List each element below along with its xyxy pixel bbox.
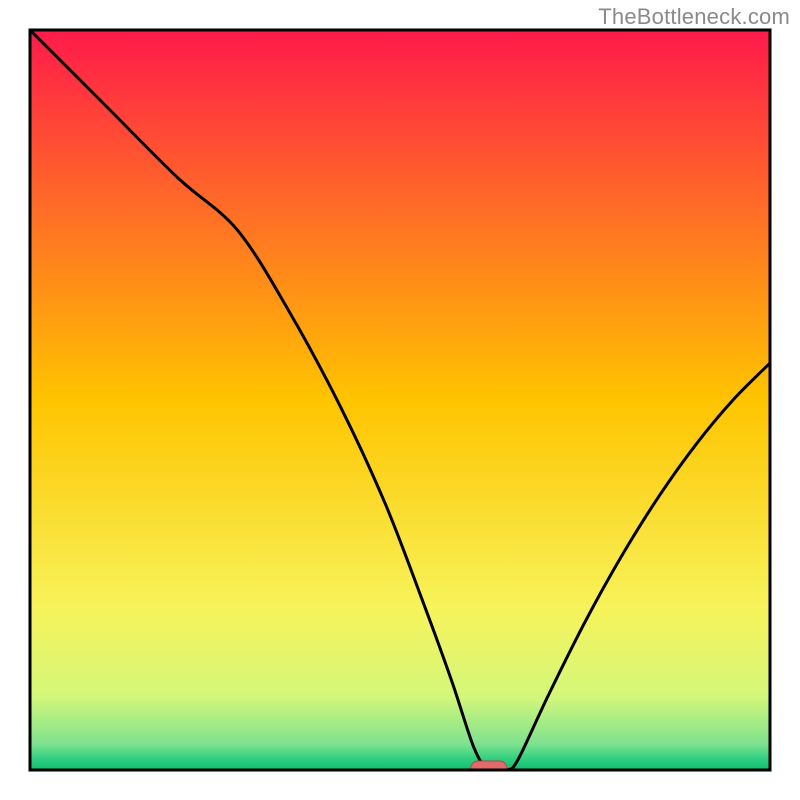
bottleneck-chart xyxy=(0,0,800,800)
chart-container: TheBottleneck.com xyxy=(0,0,800,800)
watermark-label: TheBottleneck.com xyxy=(598,4,790,30)
optimum-marker xyxy=(471,761,507,775)
